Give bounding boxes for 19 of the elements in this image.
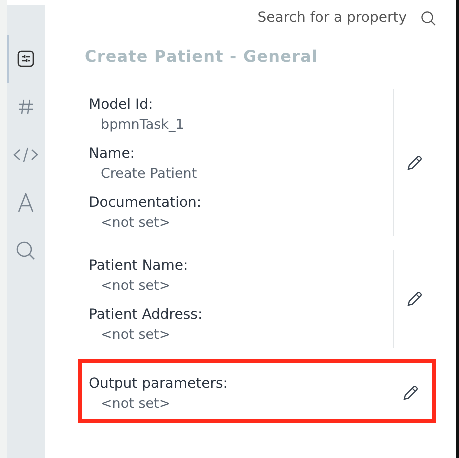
field-value: <not set> — [100, 214, 172, 233]
sliders-icon — [17, 50, 35, 68]
field-label: Patient Name: — [89, 257, 190, 276]
field-value: bpmnTask_1 — [100, 116, 186, 135]
field-label: Name: — [89, 145, 136, 164]
field-label: Patient Address: — [89, 306, 204, 325]
code-icon — [13, 146, 39, 164]
field-label: Documentation: — [89, 194, 203, 213]
field-label: Model Id: — [89, 96, 154, 115]
field-label: Output parameters: — [89, 375, 230, 394]
search-icon[interactable] — [421, 10, 436, 26]
hash-icon — [17, 98, 35, 116]
field-value: <not set> — [100, 277, 172, 296]
field-value: <not set> — [100, 326, 172, 345]
search-icon — [16, 241, 36, 261]
panel-title: Create Patient - General — [85, 47, 320, 66]
field-value: <not set> — [100, 395, 172, 414]
letter-icon — [17, 193, 35, 213]
field-value: Create Patient — [100, 165, 198, 184]
